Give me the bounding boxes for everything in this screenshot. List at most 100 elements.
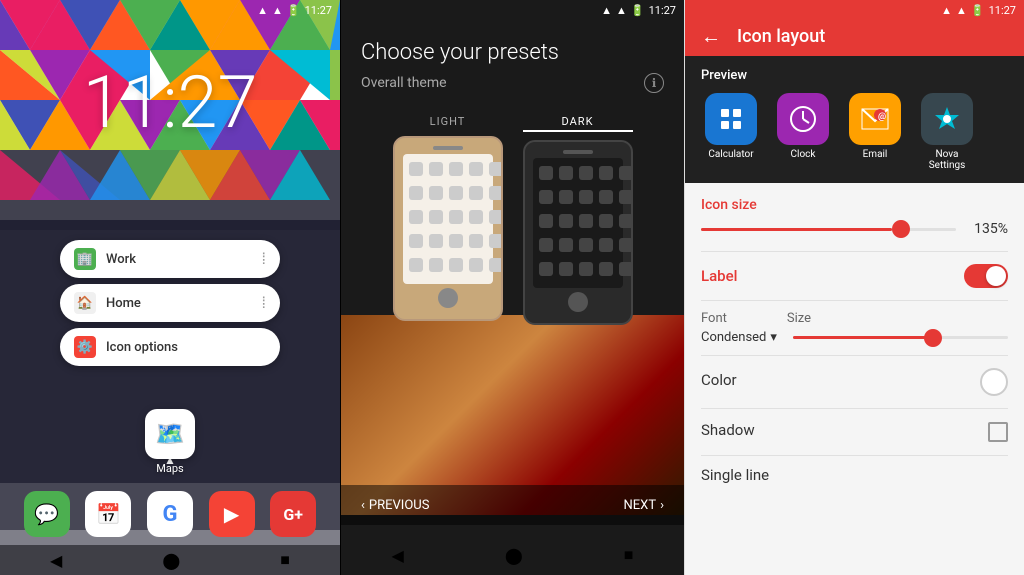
color-row: Color: [701, 356, 1008, 409]
icon-size-value: 135%: [968, 221, 1008, 237]
font-size-slider[interactable]: [793, 336, 1008, 339]
shadow-label: Shadow: [701, 421, 755, 439]
nav-recent-1[interactable]: ■: [280, 550, 290, 570]
theme-dark-option[interactable]: DARK: [523, 115, 633, 325]
dock-google[interactable]: G: [147, 491, 193, 537]
shadow-checkbox[interactable]: [988, 422, 1008, 442]
next-button[interactable]: NEXT ›: [624, 498, 664, 513]
dock-gplus[interactable]: G+: [270, 491, 316, 537]
dock-hangouts[interactable]: 💬: [24, 491, 70, 537]
signal-icon-2: ▲: [601, 4, 612, 17]
shortcut-work[interactable]: 🏢 Work ⁞: [60, 240, 280, 278]
battery-icon-3: 🔋: [971, 4, 985, 17]
back-button[interactable]: ←: [701, 24, 721, 49]
home-label: Home: [106, 296, 141, 311]
dark-screen: [533, 158, 623, 288]
work-label: Work: [106, 252, 136, 267]
nav-back-1[interactable]: ◀: [50, 551, 62, 570]
dock-calendar[interactable]: 📅: [85, 491, 131, 537]
next-chevron: ›: [660, 498, 664, 513]
nav-recent-2[interactable]: ■: [624, 545, 634, 565]
shortcuts-menu: 🏢 Work ⁞ 🏠 Home ⁞ ⚙️ Icon options: [60, 240, 280, 366]
time-display-1: 11:27: [305, 4, 332, 17]
phone-speaker-dark: [563, 150, 593, 154]
maps-app-icon[interactable]: 🗺️ Maps: [145, 409, 195, 475]
status-bar-2: ▲ ▲ 🔋 11:27: [593, 0, 684, 21]
clock-label: Clock: [773, 149, 833, 160]
color-picker[interactable]: [980, 368, 1008, 396]
prev-label: PREVIOUS: [369, 498, 430, 513]
shortcut-home[interactable]: 🏠 Home ⁞: [60, 284, 280, 322]
nav-bar-2: ◀ ⬤ ■: [341, 535, 684, 575]
nav-home-1[interactable]: ⬤: [162, 551, 180, 570]
font-size-thumb: [924, 329, 942, 347]
light-screen: [403, 154, 493, 284]
font-col-label: Font: [701, 311, 727, 326]
dock-play[interactable]: ▶: [209, 491, 255, 537]
dock: 💬 📅 G ▶ G+: [0, 483, 340, 545]
font-size-labels: Font Size: [701, 311, 1008, 326]
theme-light-option[interactable]: LIGHT: [393, 115, 503, 325]
wifi-icon: ▲: [272, 4, 283, 17]
label-toggle[interactable]: [964, 264, 1008, 288]
home-screen-panel: ▲ ▲ 🔋 11:27 11:27 🏢 Work ⁞ 🏠 Home ⁞ ⚙️ I…: [0, 0, 340, 575]
battery-icon: 🔋: [287, 4, 301, 17]
icon-size-setting: Icon size 135%: [701, 183, 1008, 252]
email-icon: @: [849, 93, 901, 145]
calculator-label: Calculator: [701, 149, 761, 160]
work-dots: ⁞: [262, 249, 266, 269]
status-bar-1: ▲ ▲ 🔋 11:27: [249, 0, 340, 21]
nav-bar-1: ◀ ⬤ ■: [0, 545, 340, 575]
nav-home-2[interactable]: ⬤: [505, 546, 523, 565]
theme-chooser-panel: ▲ ▲ 🔋 11:27 Choose your presets Overall …: [340, 0, 684, 575]
nova-settings-icon: [921, 93, 973, 145]
preview-label: Preview: [701, 68, 1008, 83]
prev-chevron: ‹: [361, 498, 365, 513]
preview-icons: Calculator Clock: [701, 93, 1008, 171]
icon-size-slider-container: 135%: [701, 221, 1008, 237]
info-icon[interactable]: ℹ: [644, 73, 664, 93]
preview-email: @ Email: [845, 93, 905, 171]
icon-size-thumb: [892, 220, 910, 238]
subtitle-text: Overall theme: [361, 75, 447, 91]
nova-label: Nova Settings: [917, 149, 977, 171]
maps-icon-img: 🗺️: [145, 409, 195, 459]
previous-button[interactable]: ‹ PREVIOUS: [361, 498, 429, 513]
panel2-subtitle: Overall theme ℹ: [341, 73, 684, 105]
email-label: Email: [845, 149, 905, 160]
nav-back-2[interactable]: ◀: [392, 546, 404, 565]
next-label: NEXT: [624, 498, 657, 513]
size-col-label: Size: [787, 311, 811, 326]
icon-options-label: Icon options: [106, 340, 178, 355]
preview-clock: Clock: [773, 93, 833, 171]
icon-size-track[interactable]: [701, 228, 956, 231]
font-size-row: Font Size Condensed ▾: [701, 301, 1008, 356]
wifi-icon-2: ▲: [616, 4, 627, 17]
settings-section: Icon size 135% Label Font Size Conden: [685, 183, 1024, 498]
battery-icon-2: 🔋: [631, 4, 645, 17]
theme-options: LIGHT DARK: [341, 105, 684, 335]
label-toggle-label: Label: [701, 267, 737, 285]
svg-text:@: @: [878, 112, 886, 122]
wifi-icon-3: ▲: [956, 4, 967, 17]
light-phone-mockup: [393, 136, 503, 321]
dropdown-arrow: ▾: [770, 330, 777, 345]
single-line-label: Single line: [701, 466, 769, 484]
dark-label: DARK: [523, 115, 633, 132]
preview-nova: Nova Settings: [917, 93, 977, 171]
prev-next-nav: ‹ PREVIOUS NEXT ›: [341, 485, 684, 525]
maps-label: Maps: [145, 462, 195, 475]
preview-calculator: Calculator: [701, 93, 761, 171]
icon-layout-panel: ▲ ▲ 🔋 11:27 ← Icon layout Preview Calcul…: [684, 0, 1024, 575]
signal-icon-3: ▲: [941, 4, 952, 17]
clock-icon: [777, 93, 829, 145]
single-line-row: Single line: [701, 456, 1008, 498]
label-toggle-row: Label: [701, 252, 1008, 301]
preview-section: Preview Calculator: [685, 56, 1024, 183]
font-size-fill: [793, 336, 933, 339]
shortcut-icon-options[interactable]: ⚙️ Icon options: [60, 328, 280, 366]
font-dropdown[interactable]: Condensed ▾: [701, 330, 777, 345]
work-icon: 🏢: [74, 248, 96, 270]
icon-options-icon: ⚙️: [74, 336, 96, 358]
phone-speaker-light: [433, 146, 463, 150]
